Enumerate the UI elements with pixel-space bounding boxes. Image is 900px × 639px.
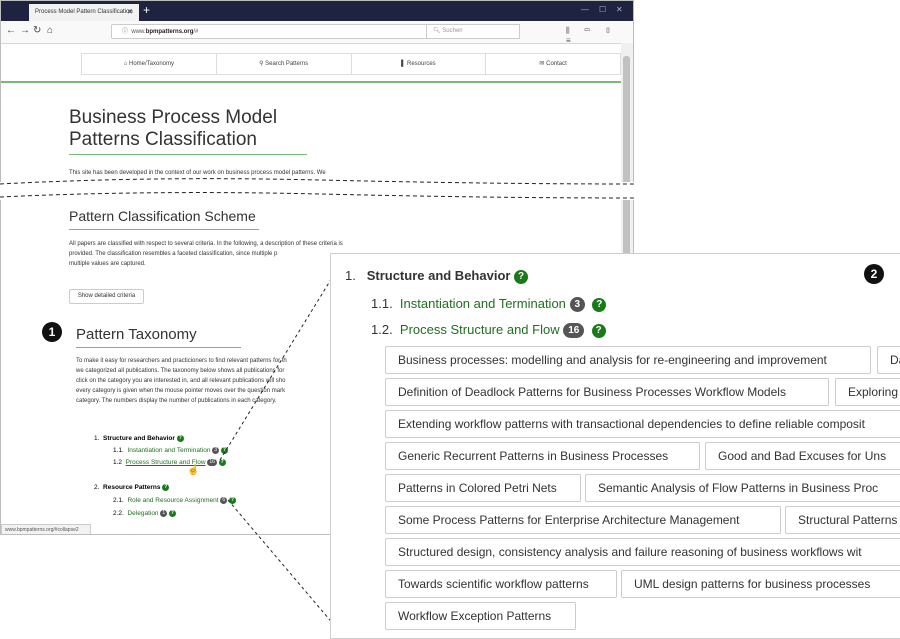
publication-button[interactable]: Towards scientific workflow patterns [385, 570, 617, 598]
publication-button[interactable]: Exploring [835, 378, 900, 406]
publication-button[interactable]: Extending workflow patterns with transac… [385, 410, 900, 438]
publication-button[interactable]: UML design patterns for business process… [621, 570, 900, 598]
publication-button[interactable]: Structured design, consistency analysis … [385, 538, 900, 566]
help-icon[interactable]: ? [592, 297, 607, 312]
help-icon[interactable]: ? [591, 323, 606, 338]
publication-button[interactable]: Structural Patterns [785, 506, 900, 534]
zoom-connector-bottom [227, 499, 347, 639]
zoom-connector-top [219, 254, 347, 461]
step-marker-1: 1 [42, 322, 62, 342]
zoom-detail-panel: 1. Structure and Behavior ? 1.1. Instant… [330, 253, 900, 639]
help-icon[interactable]: ? [514, 269, 529, 284]
cut-line-bottom [0, 192, 635, 199]
cut-line-top [0, 178, 635, 185]
publication-button[interactable]: Some Process Patterns for Enterprise Arc… [385, 506, 781, 534]
publication-button[interactable]: Semantic Analysis of Flow Patterns in Bu… [585, 474, 900, 502]
publication-button[interactable]: Business processes: modelling and analys… [385, 346, 871, 374]
zoom-category-process-flow[interactable]: 1.2. Process Structure and Flow 16 ? [371, 322, 606, 339]
publication-button[interactable]: Da [877, 346, 900, 374]
publication-button[interactable]: Good and Bad Excuses for Uns [705, 442, 900, 470]
publication-button[interactable]: Definition of Deadlock Patterns for Busi… [385, 378, 829, 406]
publication-button[interactable]: Generic Recurrent Patterns in Business P… [385, 442, 700, 470]
publication-button[interactable]: Patterns in Colored Petri Nets [385, 474, 581, 502]
count-badge: 16 [563, 323, 585, 339]
step-marker-2: 2 [864, 264, 884, 284]
zoom-category-structure[interactable]: 1. Structure and Behavior ? [345, 268, 529, 284]
zoom-category-instantiation[interactable]: 1.1. Instantiation and Termination 3 ? [371, 296, 607, 313]
publication-button[interactable]: Workflow Exception Patterns [385, 602, 576, 630]
count-badge: 3 [569, 297, 586, 313]
